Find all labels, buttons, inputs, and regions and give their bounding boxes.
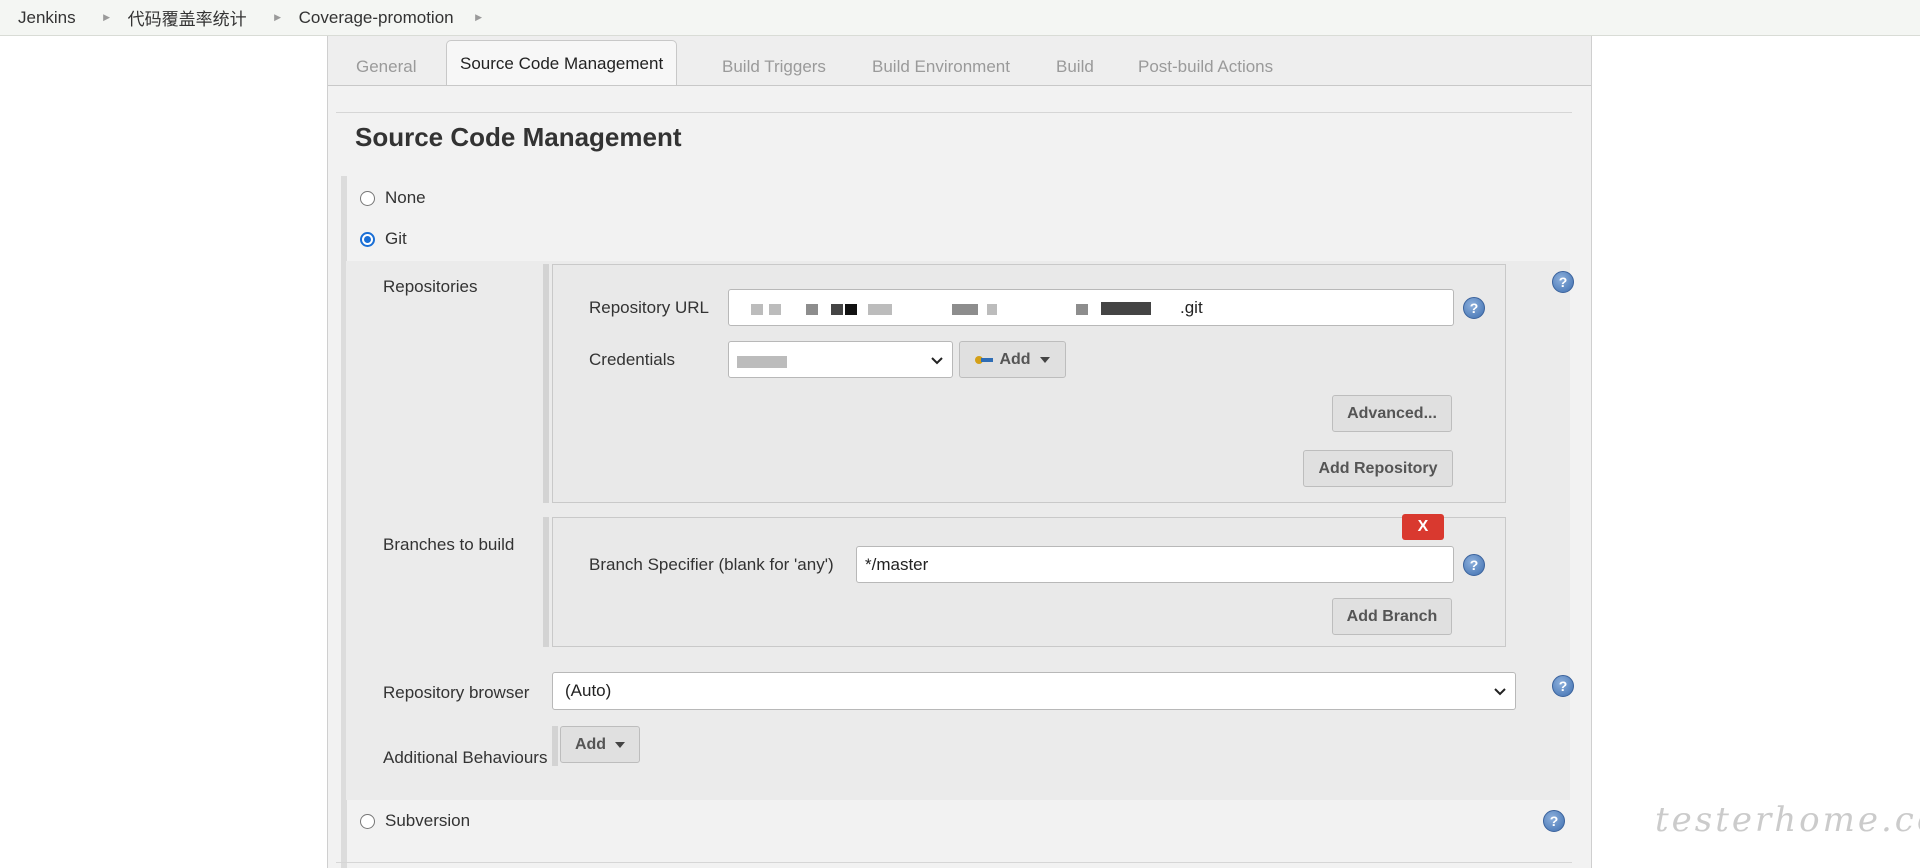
repository-browser-value: (Auto) bbox=[565, 681, 612, 700]
tab-general[interactable]: General bbox=[356, 50, 416, 84]
redacted-text bbox=[806, 304, 818, 315]
branch-specifier-value: */master bbox=[865, 554, 929, 574]
repository-browser-label: Repository browser bbox=[383, 683, 530, 702]
repository-box: Repository URL .git ? Credentials Add Ad… bbox=[543, 264, 1506, 503]
add-credentials-button[interactable]: Add bbox=[959, 341, 1066, 378]
redacted-text bbox=[831, 304, 843, 315]
repository-url-value: .git bbox=[1180, 298, 1203, 317]
repository-browser-select[interactable]: (Auto) bbox=[552, 672, 1516, 710]
repository-url-label: Repository URL bbox=[589, 298, 709, 317]
radio-subversion-label: Subversion bbox=[385, 811, 471, 830]
section-divider bbox=[336, 112, 1572, 113]
redacted-text bbox=[1101, 302, 1151, 315]
behaviours-left-bar bbox=[552, 726, 558, 766]
breadcrumb-job[interactable]: Coverage-promotion bbox=[291, 8, 454, 28]
radio-subversion[interactable] bbox=[360, 813, 375, 829]
breadcrumb: Jenkins ▶ 代码覆盖率统计 ▶ Coverage-promotion ▶ bbox=[0, 0, 1920, 36]
section-divider bbox=[336, 862, 1572, 863]
add-behaviour-label: Add bbox=[574, 735, 607, 753]
caret-down-icon bbox=[1039, 356, 1050, 363]
add-repository-button[interactable]: Add Repository bbox=[1303, 450, 1453, 487]
tab-build-environment[interactable]: Build Environment bbox=[872, 50, 1010, 84]
chevron-down-icon bbox=[931, 356, 943, 364]
delete-branch-button[interactable]: X bbox=[1402, 514, 1444, 540]
tab-build[interactable]: Build bbox=[1056, 50, 1094, 84]
help-icon[interactable]: ? bbox=[1463, 297, 1485, 319]
help-icon[interactable]: ? bbox=[1552, 271, 1574, 293]
redacted-text bbox=[737, 356, 787, 368]
breadcrumb-separator-icon: ▶ bbox=[475, 12, 483, 22]
key-icon bbox=[975, 355, 994, 365]
branch-specifier-input[interactable]: */master bbox=[856, 546, 1454, 583]
git-config-area: Repositories Repository URL .git ? Crede… bbox=[346, 261, 1574, 800]
tab-source-code-management[interactable]: Source Code Management bbox=[446, 40, 678, 85]
branches-to-build-label: Branches to build bbox=[383, 535, 515, 554]
help-icon[interactable]: ? bbox=[1543, 810, 1565, 832]
help-icon[interactable]: ? bbox=[1463, 554, 1485, 576]
branch-box: X Branch Specifier (blank for 'any') */m… bbox=[543, 514, 1506, 647]
radio-none-label: None bbox=[385, 188, 426, 207]
redacted-text bbox=[868, 304, 892, 315]
breadcrumb-jenkins[interactable]: Jenkins bbox=[0, 8, 76, 28]
scm-option-git: Git bbox=[360, 229, 407, 249]
scm-option-none: None bbox=[360, 188, 426, 208]
breadcrumb-separator-icon: ▶ bbox=[103, 12, 111, 22]
redacted-text bbox=[769, 304, 781, 315]
add-behaviour-button[interactable]: Add bbox=[560, 726, 640, 763]
radio-none[interactable] bbox=[360, 190, 375, 206]
scm-option-subversion: Subversion bbox=[360, 811, 470, 831]
add-credentials-label: Add bbox=[999, 350, 1031, 368]
redacted-text bbox=[845, 304, 857, 315]
repository-url-input[interactable]: .git bbox=[728, 289, 1454, 326]
breadcrumb-separator-icon: ▶ bbox=[274, 12, 282, 22]
caret-down-icon bbox=[615, 741, 626, 748]
redacted-text bbox=[1076, 304, 1088, 315]
breadcrumb-project-folder[interactable]: 代码覆盖率统计 bbox=[120, 5, 247, 30]
chevron-down-icon bbox=[1494, 688, 1506, 696]
tab-post-build-actions[interactable]: Post-build Actions bbox=[1138, 50, 1273, 84]
config-panel: General Source Code Management Build Tri… bbox=[327, 36, 1592, 868]
radio-git[interactable] bbox=[360, 231, 375, 247]
tab-build-triggers[interactable]: Build Triggers bbox=[722, 50, 826, 84]
repositories-label: Repositories bbox=[383, 277, 478, 296]
section-title: Source Code Management bbox=[355, 122, 682, 152]
help-icon[interactable]: ? bbox=[1552, 675, 1574, 697]
add-branch-button[interactable]: Add Branch bbox=[1332, 598, 1452, 635]
config-tabbar: General Source Code Management Build Tri… bbox=[328, 36, 1591, 86]
credentials-label: Credentials bbox=[589, 350, 675, 369]
redacted-text bbox=[952, 304, 978, 315]
redacted-text bbox=[751, 304, 763, 315]
advanced-button[interactable]: Advanced... bbox=[1332, 395, 1452, 432]
branch-specifier-label: Branch Specifier (blank for 'any') bbox=[589, 555, 834, 574]
additional-behaviours-label: Additional Behaviours bbox=[383, 748, 548, 767]
redacted-text bbox=[987, 304, 997, 315]
credentials-select[interactable] bbox=[728, 341, 953, 378]
radio-git-label: Git bbox=[385, 229, 407, 248]
watermark: testerhome.com bbox=[1655, 800, 1920, 840]
